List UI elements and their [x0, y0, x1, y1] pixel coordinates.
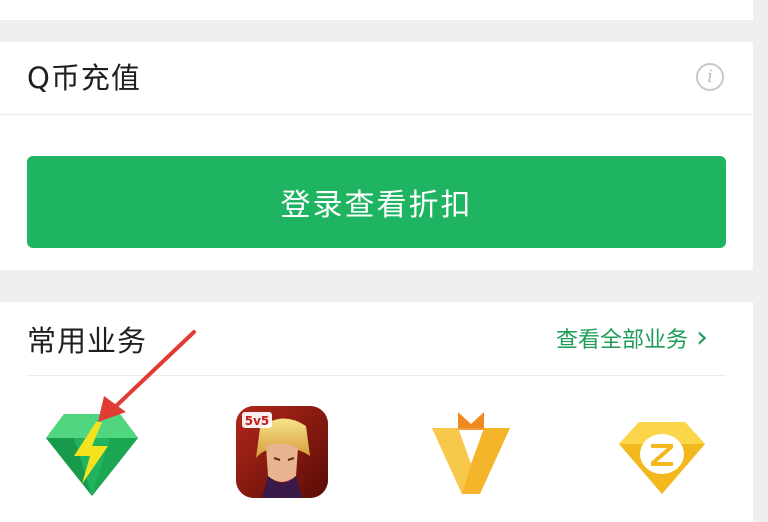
yellow-z-diamond-icon[interactable] — [617, 418, 707, 496]
recharge-title: Q币充值 — [27, 61, 141, 95]
view-all-services-link[interactable]: 查看全部业务 › — [556, 322, 708, 354]
info-icon[interactable]: i — [696, 63, 724, 91]
common-services-title: 常用业务 — [27, 324, 148, 358]
divider — [0, 114, 753, 115]
login-view-discount-button[interactable]: 登录查看折扣 — [27, 156, 726, 248]
orange-v-vip-icon[interactable] — [428, 406, 514, 498]
svg-text:5v5: 5v5 — [245, 414, 270, 428]
divider — [27, 375, 726, 376]
game-5v5-icon[interactable]: 5v5 — [236, 406, 328, 498]
chevron-right-icon: › — [696, 320, 709, 355]
view-all-label: 查看全部业务 — [556, 328, 689, 353]
top-card-remnant — [0, 0, 753, 20]
green-gem-lightning-icon[interactable] — [44, 408, 140, 500]
